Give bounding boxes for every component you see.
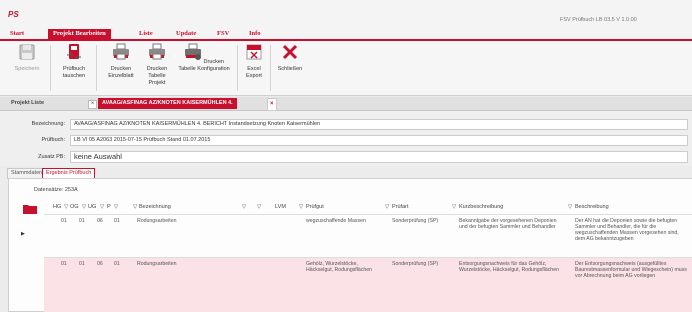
bezeichnung-field[interactable]: AVAAG/ASFINAG AZ/KNOTEN KAISERMÜHLEN 4. … [70,119,688,130]
cell-hg: 01 [61,261,67,267]
excel-icon [246,44,262,60]
title-bar: PS FSV Prüfbuch LB 03.5 V 1.0.00 [0,0,692,28]
menu-bar: Start Projekt Bearbeiten Liste Update FS… [0,28,692,41]
cell-og: 01 [79,261,85,267]
save-button-label: Speichern [14,66,40,72]
cell-kurzbeschreibung: Bekanntgabe der vorgesehenen Deponien un… [459,218,557,230]
app-logo: PS [8,10,19,19]
cell-p: 01 [114,261,120,267]
zusatz-pb-select[interactable]: keine Auswahl [70,151,688,163]
swap-book-button[interactable]: Prüfbuch tauschen [56,43,92,80]
cell-p: 01 [114,218,120,224]
printer-icon [149,43,165,60]
ribbon-separator [237,45,238,91]
col-header-pruefart[interactable]: Prüfart [392,204,409,210]
pruefbuch-field[interactable]: LB VI 05 A2063 2015-07-15 Prüfbuch Stand… [70,135,688,146]
cell-bezeichnung: Rodungsarbeiten [137,261,177,267]
cell-ug: 06 [97,261,103,267]
folder-icon[interactable] [23,203,37,214]
filter-icon[interactable]: ▽ [299,204,303,210]
menu-tab-update[interactable]: Update [171,29,201,39]
ribbon-separator [96,45,97,91]
excel-export-button[interactable]: Excel Export [242,43,266,80]
cell-beschreibung: Der Entsorgungsnachweis (ausgefülltes Ba… [575,261,687,279]
save-icon [19,44,35,60]
col-header-og[interactable]: OG [70,204,79,210]
printer-icon [113,43,129,60]
cell-hg: 01 [61,218,67,224]
filter-icon[interactable]: ▽ [385,204,389,210]
ribbon-separator [50,45,51,91]
record-count: Datensätze: 253A [34,187,78,193]
cell-og: 01 [79,218,85,224]
col-header-hg[interactable]: HG [53,204,61,210]
filter-icon[interactable]: ▽ [452,204,456,210]
col-header-beschreibung[interactable]: Beschreibung [575,204,609,210]
ribbon-separator [270,45,271,91]
print-single-button[interactable]: Drucken Einzelblatt [102,43,140,80]
cell-bezeichnung: Rodungsarbeiten [137,218,177,224]
swap-book-button-label: Prüfbuch tauschen [62,66,86,79]
close-icon [282,44,298,60]
cell-pruefgut: wegzuschaffende Massen [306,218,366,224]
bezeichnung-label: Bezeichnung: [31,121,65,127]
save-button[interactable]: Speichern [10,43,44,73]
project-list-label: Projekt Liste [11,100,45,106]
print-table-config-button[interactable]: Drucken Tabelle Konfiguration [175,43,233,73]
cell-beschreibung: Der AN hat die Deponien sowie die befugt… [575,218,679,242]
ribbon-toolbar: Speichern Prüfbuch tauschen Drucken Einz… [0,41,692,96]
col-header-p[interactable]: P [107,204,111,210]
project-form: Bezeichnung: AVAAG/ASFINAG AZ/KNOTEN KAI… [0,111,692,166]
table-row[interactable]: 01 01 06 01 Rodungsarbeiten Gehölz, Wurz… [44,257,692,312]
col-header-bezeichnung[interactable]: Bezeichnung [139,204,171,210]
col-header-ug[interactable]: UG [88,204,96,210]
pruefbuch-label: Prüfbuch: [41,137,65,143]
cell-pruefart: Sonderprüfung (SP) [392,261,439,267]
filter-icon[interactable]: ▽ [64,204,68,210]
filter-icon[interactable]: ▽ [100,204,104,210]
project-tab[interactable]: AVAAG/ASFINAG AZ/KNOTEN KAISERMÜHLEN 4. [98,98,237,109]
menu-tab-fsv[interactable]: FSV [212,29,234,39]
results-grid: Datensätze: 253A HG ▽ OG ▽ UG ▽ P ▽ ▽ Be… [8,178,692,312]
filter-icon[interactable]: ▽ [568,204,572,210]
close-button[interactable]: Schließen [274,43,306,73]
printer-gear-icon [184,43,201,60]
print-table-project-button-label: Drucken Tabelle Projekt [146,66,168,86]
cell-ug: 06 [97,218,103,224]
table-row[interactable]: 01 01 06 01 Rodungsarbeiten wegzuschaffe… [44,214,692,257]
cell-pruefgut: Gehölz, Wurzelstöcke, Häckselgut, Rodung… [306,261,373,273]
project-tab-close-icon[interactable]: × [267,98,277,111]
swap-book-icon [67,44,81,60]
print-single-button-label: Drucken Einzelblatt [108,66,134,79]
col-header-pruefgut[interactable]: Prüfgut [306,204,324,210]
row-selector-icon[interactable]: ▶ [21,231,25,237]
print-table-project-button[interactable]: Drucken Tabelle Projekt [141,43,173,87]
filter-icon[interactable]: ▽ [257,204,261,210]
filter-icon[interactable]: ▽ [82,204,86,210]
cell-kurzbeschreibung: Entsorgungsnachweis für das Gehölz, Wurz… [459,261,559,273]
zusatz-pb-label: Zusatz PB: [38,154,65,160]
col-header-lvm[interactable]: LVM [275,204,286,210]
menu-tab-start[interactable]: Start [5,29,29,39]
filter-icon[interactable]: ▽ [242,204,246,210]
excel-export-button-label: Excel Export [246,66,262,79]
cell-pruefart: Sonderprüfung (SP) [392,218,439,224]
menu-tab-liste[interactable]: Liste [134,29,158,39]
app-title: FSV Prüfbuch LB 03.5 V 1.0.00 [560,17,637,23]
col-header-kurzbeschreibung[interactable]: Kurzbeschreibung [459,204,503,210]
menu-tab-projekt-bearbeiten[interactable]: Projekt Bearbeiten [48,29,111,39]
close-icon[interactable]: × [88,100,97,109]
close-button-label: Schließen [277,66,303,72]
filter-icon[interactable]: ▽ [114,204,118,210]
filter-icon[interactable]: ▽ [133,204,137,210]
project-list-bar: Projekt Liste × AVAAG/ASFINAG AZ/KNOTEN … [0,97,692,111]
menu-tab-info[interactable]: Info [244,29,266,39]
